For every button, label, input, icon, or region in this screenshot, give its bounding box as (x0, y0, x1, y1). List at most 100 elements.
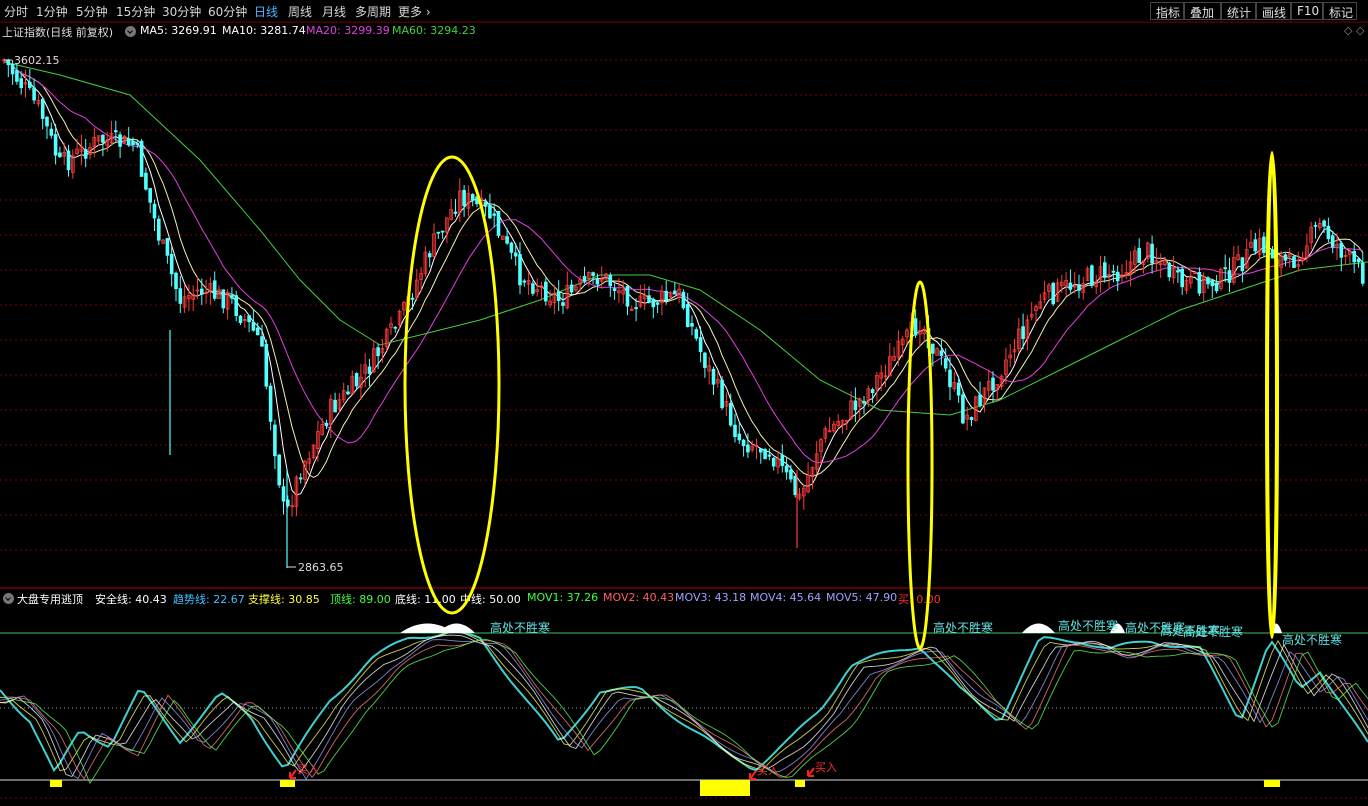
indicator-line-0 (0, 630, 1368, 773)
candle-body (681, 291, 686, 309)
candle-body (763, 449, 767, 460)
candle-body (453, 211, 458, 214)
candle-body (1361, 262, 1365, 284)
grid-lines (0, 21, 1368, 799)
top-signal-text: 高处不胜寒 (490, 620, 550, 635)
candle-body (131, 140, 135, 145)
candle-body (1115, 271, 1120, 282)
candle-body (49, 128, 54, 136)
indicator-line-1 (0, 630, 1368, 772)
candle-body (32, 87, 36, 101)
candle-body (1283, 254, 1288, 261)
highlight-ellipse (1265, 151, 1279, 639)
candle-body (1180, 268, 1185, 288)
top-signal-text: 高处不胜寒 (1282, 632, 1342, 647)
candle-body (126, 138, 131, 146)
candle-body (212, 280, 217, 299)
candle-body (685, 304, 690, 327)
candle-body (522, 280, 527, 283)
candle-body (410, 297, 415, 300)
candle-body (251, 321, 256, 331)
candle-body (298, 477, 303, 480)
candle-body (870, 389, 875, 394)
candle-body (483, 201, 488, 207)
candle-body (45, 116, 49, 127)
candle-body (1223, 267, 1228, 270)
buy-signal-text: 买入 (815, 761, 837, 774)
candle-body (569, 284, 574, 293)
candle-body (1150, 243, 1154, 264)
candle-body (1330, 235, 1335, 248)
candle-body (1262, 236, 1266, 254)
candle-body (470, 193, 475, 201)
candle-body (27, 81, 32, 88)
candle-body (673, 290, 677, 295)
candle-body (789, 469, 793, 480)
candle-body (513, 252, 518, 257)
candle-body (268, 385, 273, 422)
candle-body (152, 203, 157, 219)
candle-body (1206, 277, 1210, 285)
candle-body (561, 302, 565, 306)
candle-body (780, 454, 785, 467)
candle-body (1240, 257, 1245, 272)
candle-body (531, 283, 535, 294)
candle-body (260, 336, 264, 347)
candle-body (58, 152, 62, 158)
candle-body (746, 444, 750, 453)
candle-body (956, 382, 961, 396)
candle-body (234, 295, 239, 316)
candle-body (771, 457, 776, 467)
top-signal-hump (438, 623, 475, 633)
candle-body (376, 347, 380, 357)
candle-body (324, 422, 329, 426)
candle-body (281, 486, 286, 502)
top-signal-text: 高处不胜寒 (1058, 618, 1118, 633)
candle-body (759, 448, 763, 453)
buy-arrow-icon (289, 769, 297, 779)
candle-body (612, 288, 617, 292)
candle-body (1339, 242, 1344, 258)
candle-body (634, 307, 638, 309)
candle-body (664, 290, 668, 301)
candle-body (1214, 282, 1219, 292)
candle-body (169, 253, 174, 275)
moving-average-lines (3, 59, 1368, 496)
bottom-signal-bar (1264, 780, 1280, 787)
candle-body (83, 149, 88, 159)
candle-body (1051, 282, 1056, 305)
candle-body (1270, 249, 1275, 259)
candle-body (793, 475, 797, 496)
buy-signal-text: 买入 (297, 763, 319, 776)
candle-body (1313, 224, 1318, 227)
candle-body (1352, 250, 1357, 263)
candle-body (1090, 265, 1094, 286)
candlestick-series (2, 58, 1365, 568)
candle-body (939, 350, 944, 356)
candle-body (354, 373, 359, 387)
bottom-signal-bar (280, 780, 295, 787)
candle-body (1322, 220, 1326, 227)
candle-body (199, 288, 204, 295)
indicator-lines (0, 630, 1368, 785)
candle-body (247, 315, 251, 323)
candle-body (969, 417, 974, 421)
candle-body (264, 344, 269, 387)
candle-body (694, 329, 699, 339)
stock-chart[interactable]: 3602.152863.65高处不胜寒 高处不胜寒 高处不胜寒 高处不胜寒高处不胜寒高… (0, 0, 1368, 806)
candle-body (148, 188, 153, 203)
candle-body (1176, 270, 1180, 273)
top-signal-text: 高处不胜寒 (1183, 624, 1243, 639)
candle-body (625, 285, 630, 307)
candle-body (440, 230, 445, 233)
candle-body (221, 289, 226, 309)
top-signal-hump (1022, 623, 1055, 633)
buy-signal-text: 买入 (757, 764, 779, 777)
candle-body (496, 211, 501, 236)
candle-body (1326, 225, 1331, 240)
candle-body (767, 454, 772, 457)
candle-body (165, 238, 170, 256)
candle-body (230, 295, 234, 299)
candle-body (1210, 280, 1215, 287)
candle-body (277, 454, 281, 486)
